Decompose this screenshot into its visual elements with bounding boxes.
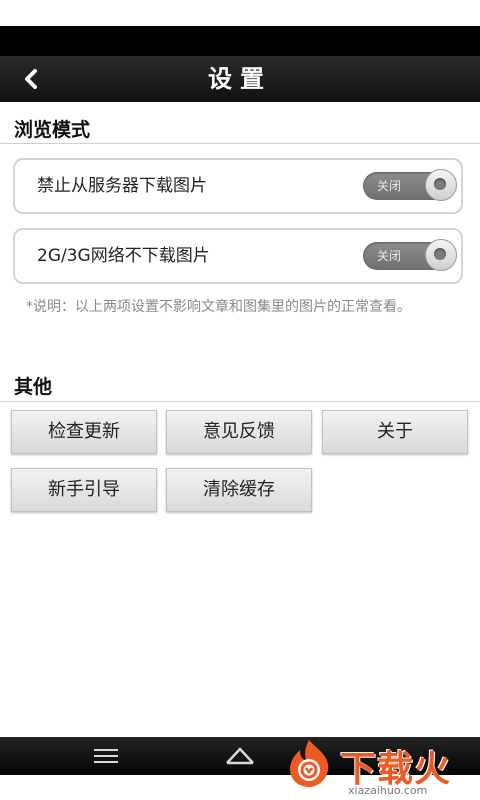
- settings-screen: 设置 浏览模式 禁止从服务器下载图片 关闭 2G/3G网络不下载图片 关闭 *说…: [0, 0, 480, 800]
- toggle-state-label: 关闭: [377, 249, 402, 263]
- toggle-knob: [425, 169, 457, 201]
- setting-label: 2G/3G网络不下载图片: [37, 246, 210, 266]
- back-button[interactable]: [16, 64, 46, 94]
- section-title-browse-mode: 浏览模式: [14, 119, 91, 141]
- section-divider: [0, 401, 480, 402]
- section-divider: [0, 143, 480, 144]
- beginner-guide-button[interactable]: 新手引导: [11, 468, 157, 512]
- settings-note: *说明：以上两项设置不影响文章和图集里的图片的正常查看。: [26, 299, 411, 315]
- toggle-block-mobile-network-images[interactable]: 关闭: [363, 239, 457, 271]
- home-icon[interactable]: [224, 743, 256, 769]
- check-update-button[interactable]: 检查更新: [11, 410, 157, 454]
- flame-logo-icon: [290, 740, 329, 787]
- about-button[interactable]: 关于: [322, 410, 468, 454]
- watermark-url: xiazaihuo.com: [348, 784, 428, 797]
- setting-label: 禁止从服务器下载图片: [37, 176, 207, 196]
- toggle-knob: [425, 239, 457, 271]
- title-bar: 设置: [0, 56, 480, 102]
- feedback-button[interactable]: 意见反馈: [166, 410, 312, 454]
- toggle-block-server-images[interactable]: 关闭: [363, 169, 457, 201]
- toggle-state-label: 关闭: [377, 179, 402, 193]
- setting-block-server-images: 禁止从服务器下载图片 关闭: [13, 158, 463, 214]
- top-margin: [0, 0, 480, 26]
- page-title: 设置: [208, 65, 272, 93]
- clear-cache-button[interactable]: 清除缓存: [166, 468, 312, 512]
- setting-block-mobile-network-images: 2G/3G网络不下载图片 关闭: [13, 228, 463, 284]
- status-bar: [0, 26, 480, 56]
- section-title-other: 其他: [14, 376, 53, 398]
- watermark: 下载火 xiazaihuo.com: [282, 738, 480, 800]
- menu-icon[interactable]: [92, 746, 120, 766]
- chevron-left-icon: [25, 69, 37, 89]
